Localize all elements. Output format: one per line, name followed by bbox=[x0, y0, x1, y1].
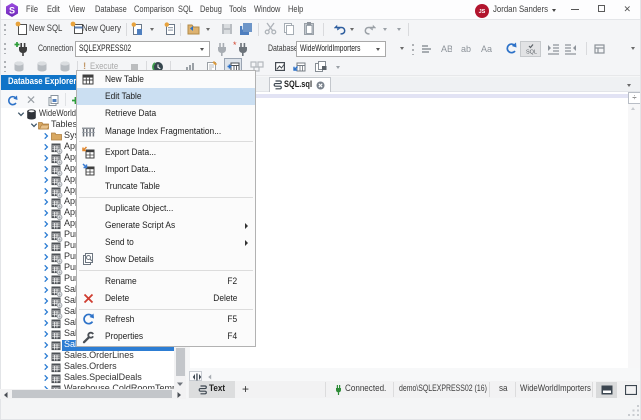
svg-text:AB: AB bbox=[441, 44, 452, 54]
svg-text:SQL: SQL bbox=[526, 50, 537, 56]
svg-text:*: * bbox=[233, 41, 237, 50]
svg-text:Aa: Aa bbox=[481, 44, 492, 54]
svg-text:JS: JS bbox=[479, 9, 486, 15]
svg-text:ab: ab bbox=[461, 44, 471, 54]
svg-text:S: S bbox=[9, 6, 15, 16]
